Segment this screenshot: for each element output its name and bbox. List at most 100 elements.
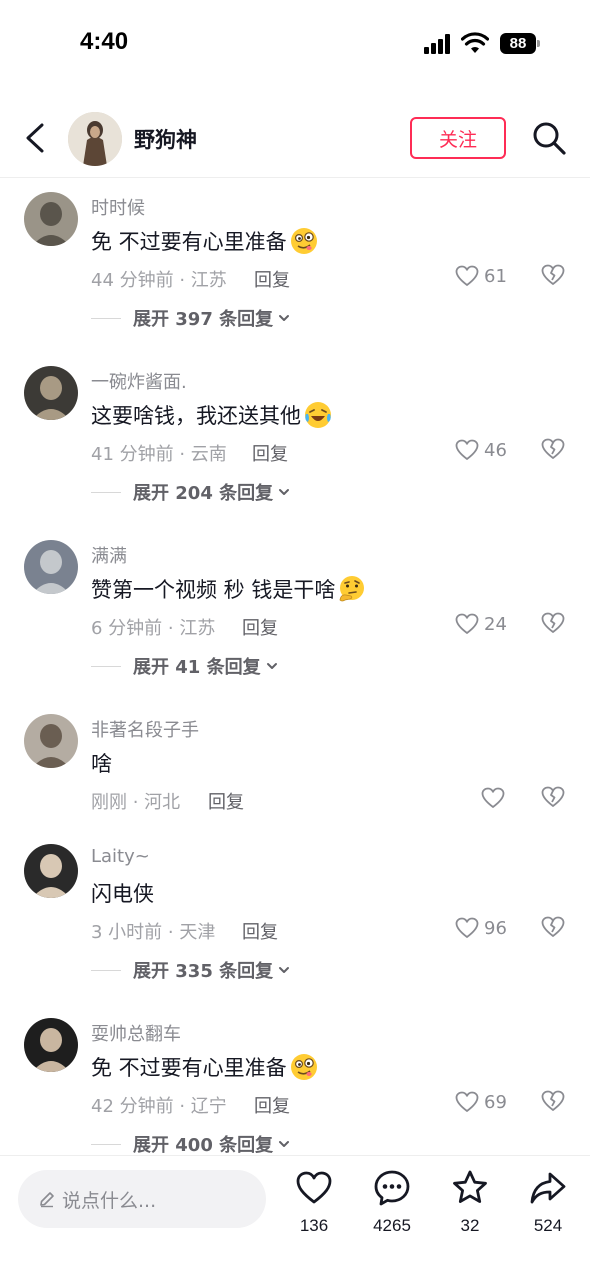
expand-replies-button[interactable]: 展开 397 条回复 xyxy=(91,306,291,330)
comment-meta: 3 小时前 · 天津 xyxy=(91,922,216,943)
divider-line xyxy=(91,317,121,319)
comment-text-content: 这要啥钱，我还送其他 xyxy=(91,404,301,428)
commenter-avatar[interactable] xyxy=(24,192,78,246)
share-button[interactable]: 524 xyxy=(513,1168,583,1238)
commenter-name[interactable]: 时时候 xyxy=(91,194,145,220)
author-avatar[interactable] xyxy=(68,112,122,166)
comment-meta: 6 分钟前 · 江苏 xyxy=(91,618,216,639)
heart-outline-icon xyxy=(455,439,479,460)
chevron-down-icon xyxy=(266,663,277,669)
reply-button[interactable]: 回复 xyxy=(252,440,288,466)
comment-button[interactable]: 4265 xyxy=(357,1168,427,1238)
header: 野狗神 关注 xyxy=(0,100,590,178)
expand-replies-button[interactable]: 展开 335 条回复 xyxy=(91,958,291,982)
divider-line xyxy=(91,491,121,493)
thinking-face-icon xyxy=(339,576,365,602)
commenter-name[interactable]: 非著名段子手 xyxy=(91,716,199,742)
expand-replies-label: 展开 400 条回复 xyxy=(133,1135,274,1156)
comment-text-content: 免 不过要有心里准备 xyxy=(91,230,287,254)
comment-count: 4265 xyxy=(373,1216,411,1235)
like-button[interactable]: 136 xyxy=(279,1168,349,1238)
comment-like-count: 46 xyxy=(484,439,507,461)
comment-input-placeholder: 说点什么... xyxy=(62,1189,157,1212)
comment-text: 赞第一个视频 秒 钱是干啥 xyxy=(91,574,367,604)
chevron-down-icon xyxy=(279,315,290,321)
follow-button[interactable]: 关注 xyxy=(410,117,506,159)
commenter-name[interactable]: 一碗炸酱面. xyxy=(91,368,187,394)
expand-replies-button[interactable]: 展开 41 条回复 xyxy=(91,654,279,678)
broken-heart-icon[interactable] xyxy=(540,1088,566,1114)
favorite-button[interactable]: 32 xyxy=(435,1168,505,1238)
drooling-face-icon xyxy=(290,1054,317,1080)
reply-button[interactable]: 回复 xyxy=(242,614,278,640)
star-icon xyxy=(453,1170,487,1203)
expand-replies-label: 展开 335 条回复 xyxy=(133,961,274,982)
commenter-avatar[interactable] xyxy=(24,714,78,768)
comment-text-content: 免 不过要有心里准备 xyxy=(91,1056,287,1080)
share-arrow-icon xyxy=(530,1172,566,1204)
reply-button[interactable]: 回复 xyxy=(254,266,290,292)
heart-outline-icon xyxy=(455,613,479,634)
broken-heart-icon[interactable] xyxy=(540,436,566,462)
chevron-down-icon xyxy=(279,967,290,973)
chevron-down-icon xyxy=(279,1141,290,1147)
commenter-name[interactable]: Laity~ xyxy=(91,846,150,867)
comment-like-button[interactable]: 96 xyxy=(454,914,507,942)
comment-text-content: 闪电侠 xyxy=(91,882,154,906)
drooling-face-icon xyxy=(290,228,317,254)
expand-replies-label: 展开 204 条回复 xyxy=(133,483,274,504)
chevron-down-icon xyxy=(279,489,290,495)
comment-icon xyxy=(374,1170,410,1206)
comment-text: 啥 xyxy=(91,748,112,778)
broken-heart-icon[interactable] xyxy=(540,914,566,940)
comment-input[interactable]: 说点什么... xyxy=(18,1170,266,1228)
search-icon[interactable] xyxy=(531,120,567,156)
broken-heart-icon[interactable] xyxy=(540,784,566,810)
divider-line xyxy=(91,969,121,971)
status-time: 4:40 xyxy=(80,28,129,55)
comment-text-content: 啥 xyxy=(91,752,112,776)
divider-line xyxy=(91,1143,121,1145)
comment-meta: 44 分钟前 · 江苏 xyxy=(91,270,227,291)
comment-like-button[interactable]: 24 xyxy=(454,610,507,638)
commenter-avatar[interactable] xyxy=(24,844,78,898)
pencil-icon xyxy=(40,1192,54,1208)
comment-like-button[interactable]: 46 xyxy=(454,436,507,464)
expand-replies-button[interactable]: 展开 400 条回复 xyxy=(91,1132,291,1156)
comment-meta: 42 分钟前 · 辽宁 xyxy=(91,1096,227,1117)
comment-text: 免 不过要有心里准备 xyxy=(91,1052,319,1082)
comment-like-count: 24 xyxy=(484,613,507,635)
divider-line xyxy=(91,665,121,667)
heart-outline-icon xyxy=(455,265,479,286)
comment-text: 闪电侠 xyxy=(91,878,154,908)
comment-like-count: 69 xyxy=(484,1091,507,1113)
commenter-avatar[interactable] xyxy=(24,1018,78,1072)
comment-like-button[interactable]: 61 xyxy=(454,262,507,290)
comment-text-content: 赞第一个视频 秒 钱是干啥 xyxy=(91,578,336,602)
comment-like-button[interactable]: 69 xyxy=(454,1088,507,1116)
expand-replies-button[interactable]: 展开 204 条回复 xyxy=(91,480,291,504)
comment-like-count: 96 xyxy=(484,917,507,939)
reply-button[interactable]: 回复 xyxy=(254,1092,290,1118)
reply-button[interactable]: 回复 xyxy=(208,788,244,814)
status-bar: 4:40 88 xyxy=(0,0,590,90)
comment-meta: 41 分钟前 · 云南 xyxy=(91,444,227,465)
comment-like-count: 61 xyxy=(484,265,507,287)
broken-heart-icon[interactable] xyxy=(540,262,566,288)
wifi-icon xyxy=(461,32,489,53)
reply-button[interactable]: 回复 xyxy=(242,918,278,944)
favorite-count: 32 xyxy=(460,1216,480,1235)
back-icon[interactable] xyxy=(20,120,50,156)
battery-level: 88 xyxy=(500,33,536,54)
commenter-avatar[interactable] xyxy=(24,540,78,594)
heart-outline-icon xyxy=(455,1091,479,1112)
commenter-name[interactable]: 耍帅总翻车 xyxy=(91,1020,181,1046)
comment-like-button[interactable] xyxy=(480,784,510,812)
heart-outline-icon xyxy=(481,787,505,808)
bottom-action-bar: 说点什么... 136 4265 32 524 xyxy=(0,1155,590,1280)
signal-icon xyxy=(424,34,452,54)
commenter-avatar[interactable] xyxy=(24,366,78,420)
commenter-name[interactable]: 满满 xyxy=(91,542,127,568)
author-name[interactable]: 野狗神 xyxy=(134,124,197,154)
broken-heart-icon[interactable] xyxy=(540,610,566,636)
